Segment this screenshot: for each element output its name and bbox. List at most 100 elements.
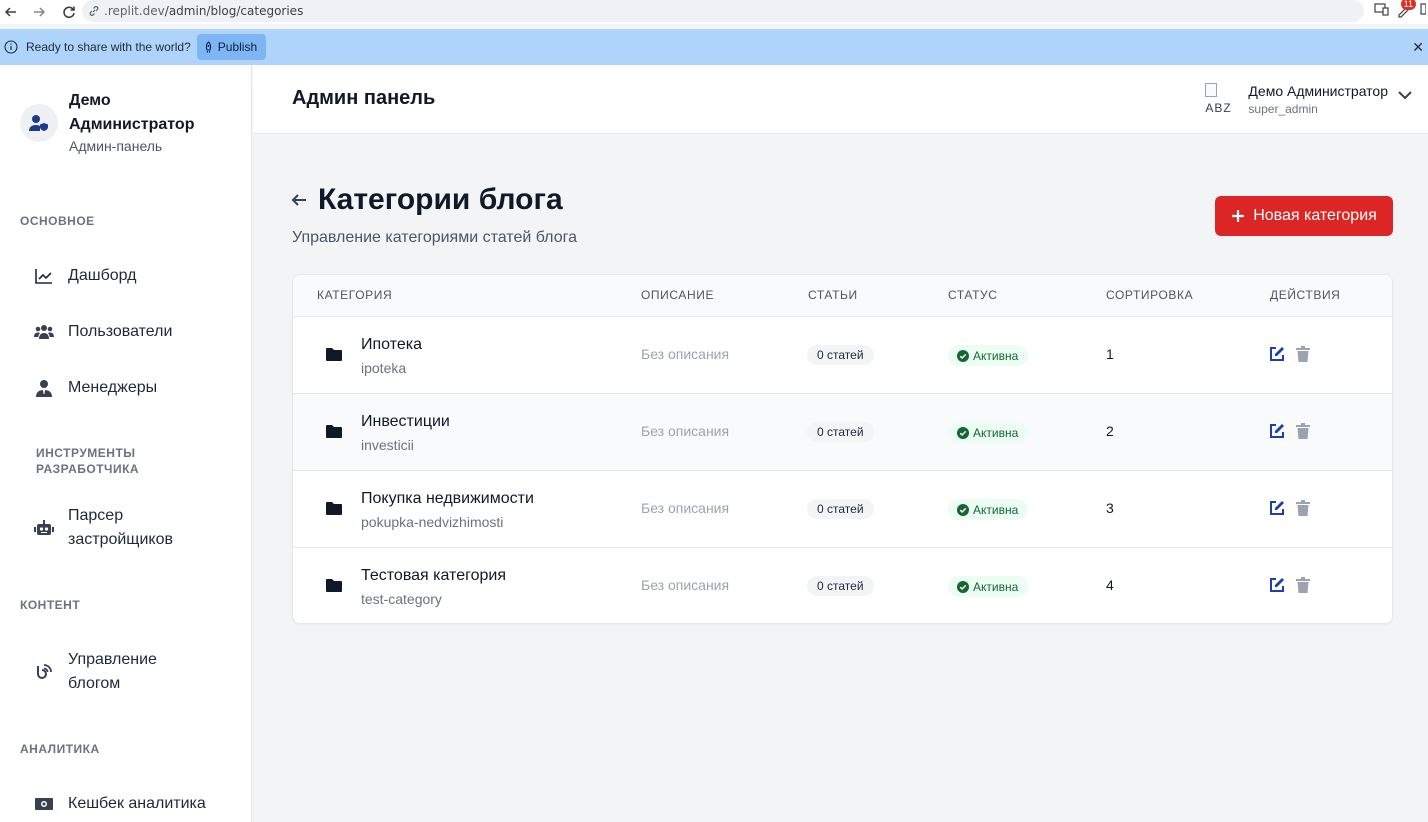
folder-icon bbox=[326, 502, 342, 515]
sort-order: 4 bbox=[1106, 577, 1114, 593]
sidebar-item-label: Парсер застройщиков bbox=[68, 507, 173, 548]
trash-icon[interactable] bbox=[1296, 423, 1310, 439]
table-row: Тестовая категория test-category Без опи… bbox=[293, 548, 1392, 623]
cast-icon[interactable] bbox=[1374, 2, 1390, 21]
check-circle-icon bbox=[957, 349, 969, 362]
trash-icon[interactable] bbox=[1296, 577, 1310, 593]
category-slug: ipoteka bbox=[361, 360, 407, 376]
edit-icon[interactable] bbox=[1269, 346, 1285, 362]
avatar-alt-text: ABZ bbox=[1205, 101, 1232, 115]
robot-icon bbox=[34, 518, 54, 538]
sort-order: 1 bbox=[1106, 346, 1114, 362]
back-icon[interactable] bbox=[0, 1, 22, 23]
notification-badge: 11 bbox=[1400, 0, 1416, 10]
forward-icon[interactable] bbox=[28, 1, 50, 23]
category-description: Без описания bbox=[641, 346, 730, 362]
folder-icon bbox=[326, 425, 342, 438]
status-badge: Активна bbox=[948, 422, 1029, 443]
sidebar-item-blog-management[interactable]: Управление блогом bbox=[34, 648, 178, 696]
status-label: Активна bbox=[973, 502, 1019, 517]
status-badge: Активна bbox=[948, 345, 1029, 366]
page-title: Категории блога bbox=[318, 183, 563, 216]
site-info-icon[interactable] bbox=[88, 5, 100, 17]
trash-icon[interactable] bbox=[1296, 500, 1310, 516]
chart-line-icon bbox=[34, 266, 54, 286]
info-icon bbox=[4, 40, 18, 54]
articles-count-badge: 0 статей bbox=[807, 345, 874, 365]
url-domain: .replit.dev bbox=[104, 4, 165, 18]
panel-icon[interactable] bbox=[1420, 2, 1427, 21]
trash-icon[interactable] bbox=[1296, 346, 1310, 362]
url-path: /admin/blog/categories bbox=[164, 4, 304, 18]
sidebar-profile: Демо Администратор Админ-панель bbox=[20, 89, 229, 154]
profile-role: Админ-панель bbox=[69, 138, 163, 154]
sidebar-item-users[interactable]: Пользователи bbox=[34, 320, 172, 344]
sidebar-item-dashboard[interactable]: Дашборд bbox=[34, 264, 137, 288]
category-description: Без описания bbox=[641, 423, 730, 439]
edit-icon[interactable] bbox=[1269, 423, 1285, 439]
browser-toolbar: .replit.dev/admin/blog/categories 11 bbox=[0, 0, 1428, 24]
table-row: Инвестиции investicii Без описания 0 ста… bbox=[293, 394, 1392, 471]
broken-image-icon bbox=[1205, 83, 1218, 97]
header-title: Админ панель bbox=[292, 87, 436, 109]
column-header-actions: Действия bbox=[1270, 288, 1341, 302]
sidebar-item-managers[interactable]: Менеджеры bbox=[34, 376, 157, 400]
articles-count-badge: 0 статей bbox=[807, 576, 874, 596]
new-category-label: Новая категория bbox=[1253, 207, 1377, 224]
sidebar-item-developer-parser[interactable]: Парсер застройщиков bbox=[34, 504, 198, 552]
category-slug: test-category bbox=[361, 591, 442, 607]
admin-avatar-icon bbox=[20, 104, 58, 142]
edit-icon[interactable] bbox=[1269, 500, 1285, 516]
status-badge: Активна bbox=[948, 576, 1029, 597]
sort-order: 3 bbox=[1106, 500, 1114, 516]
sort-order: 2 bbox=[1106, 423, 1114, 439]
sidebar-item-label: Кешбек аналитика bbox=[68, 795, 206, 812]
sidebar-item-label: Управление блогом bbox=[68, 651, 157, 692]
extensions-icon[interactable]: 11 bbox=[1396, 0, 1416, 20]
category-description: Без описания bbox=[641, 577, 730, 593]
category-slug: investicii bbox=[361, 437, 414, 453]
column-header-category: Категория bbox=[317, 288, 393, 302]
table-row: Ипотека ipoteka Без описания 0 статей Ак… bbox=[293, 317, 1392, 394]
publish-message: Ready to share with the world? bbox=[26, 40, 191, 54]
user-tie-icon bbox=[34, 378, 54, 398]
section-content-title: КОНТЕНТ bbox=[20, 598, 81, 612]
category-description: Без описания bbox=[641, 500, 730, 516]
back-arrow-icon[interactable] bbox=[290, 192, 308, 208]
status-label: Активна bbox=[973, 579, 1019, 594]
blog-icon bbox=[34, 662, 54, 682]
top-header: Админ панель ABZ Демо Администратор supe… bbox=[253, 65, 1428, 134]
articles-count-badge: 0 статей bbox=[807, 422, 874, 442]
category-name: Ипотека bbox=[361, 336, 423, 353]
reload-icon[interactable] bbox=[58, 1, 80, 23]
close-icon[interactable]: ✕ bbox=[1412, 39, 1424, 56]
category-name: Тестовая категория bbox=[361, 567, 506, 584]
column-header-sort: Сортировка bbox=[1106, 288, 1194, 302]
user-avatar: ABZ bbox=[1203, 83, 1235, 115]
user-menu[interactable]: ABZ Демо Администратор super_admin bbox=[1203, 81, 1412, 117]
sidebar: Демо Администратор Админ-панель ОСНОВНОЕ… bbox=[0, 65, 252, 822]
status-label: Активна bbox=[973, 348, 1019, 363]
category-slug: pokupka-nedvizhimosti bbox=[361, 514, 504, 530]
folder-icon bbox=[326, 579, 342, 592]
column-header-description: Описание bbox=[641, 288, 715, 302]
column-header-status: Статус bbox=[948, 288, 998, 302]
articles-count-badge: 0 статей bbox=[807, 499, 874, 519]
edit-icon[interactable] bbox=[1269, 577, 1285, 593]
new-category-button[interactable]: Новая категория bbox=[1215, 196, 1393, 236]
check-circle-icon bbox=[957, 503, 969, 516]
rocket-icon bbox=[205, 41, 211, 53]
check-circle-icon bbox=[957, 580, 969, 593]
money-icon bbox=[34, 794, 54, 814]
sidebar-item-cashback-analytics[interactable]: Кешбек аналитика bbox=[34, 792, 206, 816]
user-role: super_admin bbox=[1248, 102, 1318, 116]
category-name: Покупка недвижимости bbox=[361, 490, 534, 507]
section-dev-tools-title: ИНСТРУМЕНТЫ РАЗРАБОТЧИКА bbox=[36, 446, 140, 476]
chevron-down-icon[interactable] bbox=[1398, 91, 1412, 100]
column-header-articles: Статьи bbox=[808, 288, 858, 302]
address-bar[interactable]: .replit.dev/admin/blog/categories bbox=[82, 0, 1364, 22]
category-name: Инвестиции bbox=[361, 413, 450, 430]
publish-button[interactable]: Publish bbox=[196, 34, 267, 60]
categories-table: Категория Описание Статьи Статус Сортиро… bbox=[292, 274, 1393, 624]
status-badge: Активна bbox=[948, 499, 1029, 520]
